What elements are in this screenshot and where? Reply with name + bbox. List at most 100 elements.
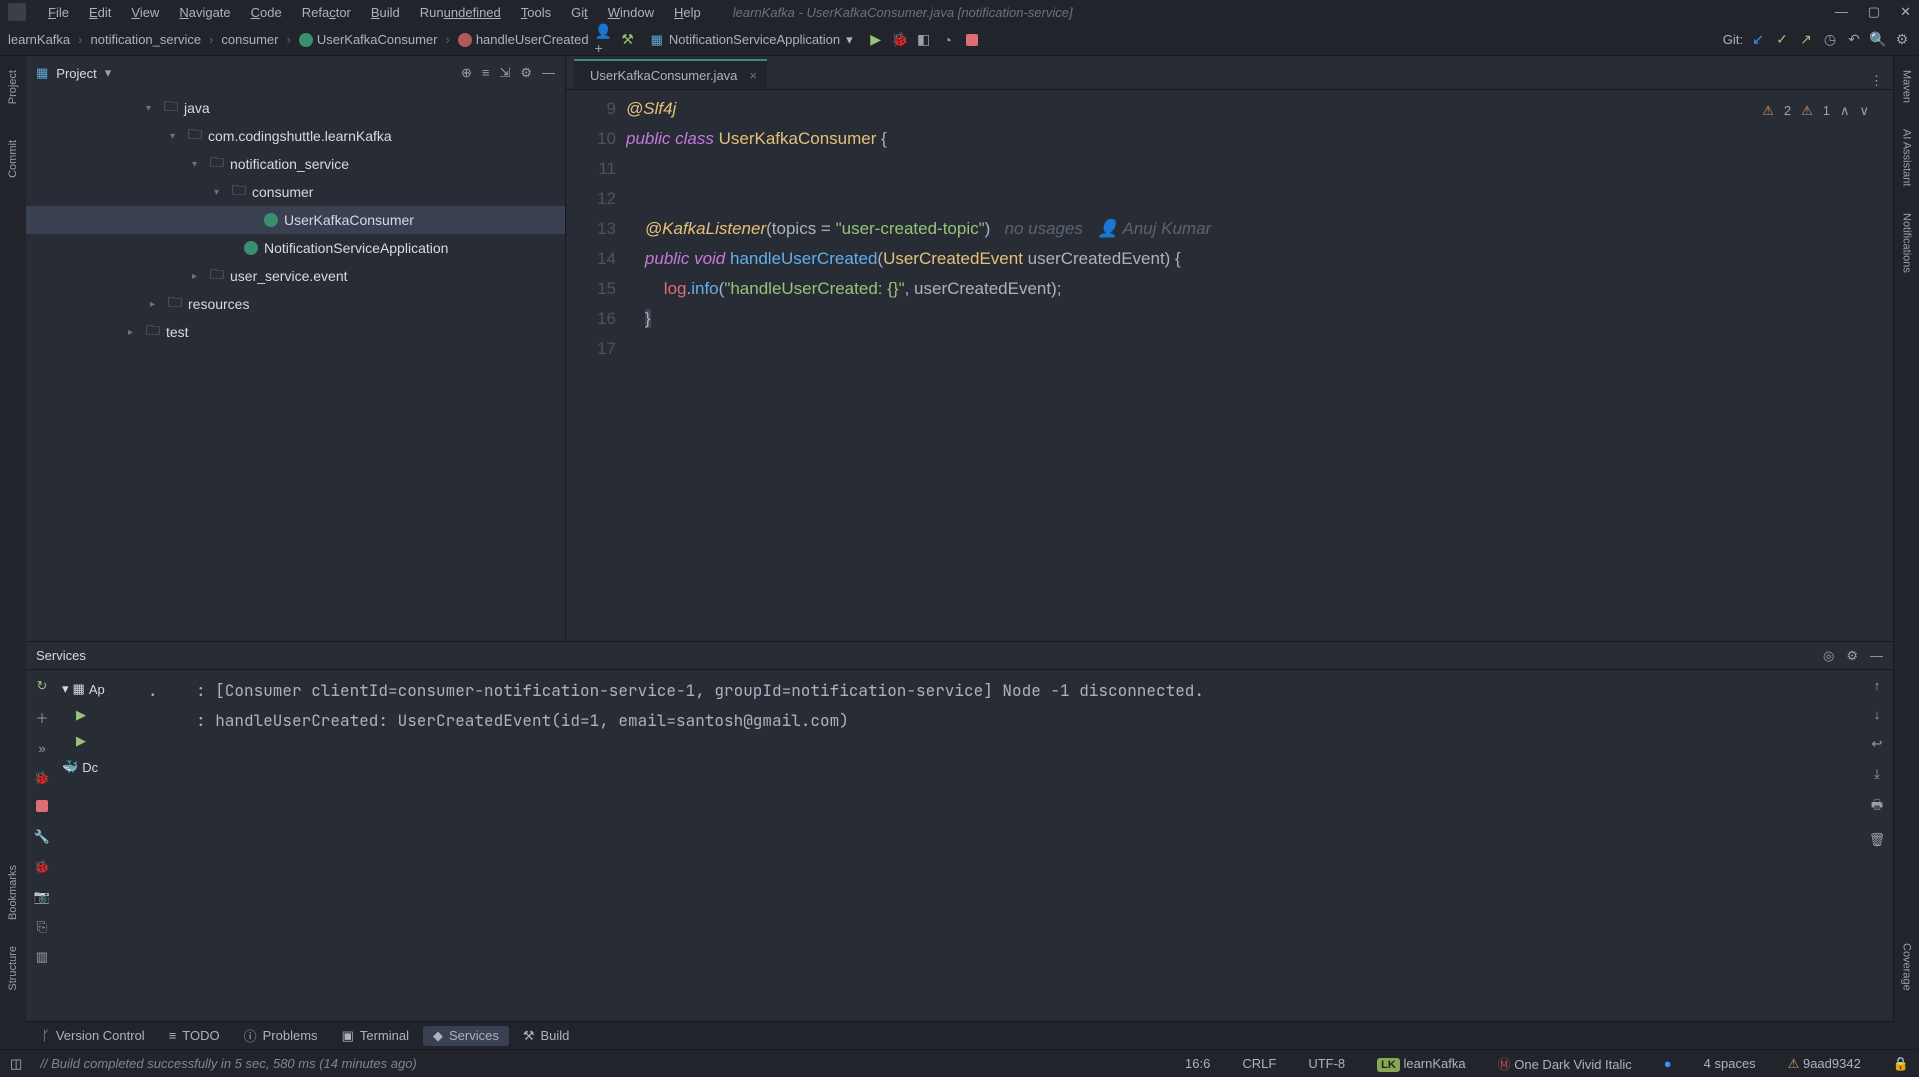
services-tree[interactable]: ▾▦Ap ▶ ▶ 🐳Dc (58, 670, 138, 1021)
select-opened-icon[interactable]: ⊕ (461, 65, 472, 81)
indent-widget[interactable]: 4 spaces (1704, 1056, 1756, 1071)
breadcrumb[interactable]: learnKafka (8, 32, 70, 47)
menu-tools[interactable]: Tools (511, 3, 561, 22)
menu-code[interactable]: Code (241, 3, 292, 22)
exit-icon[interactable]: ⎘ (37, 919, 47, 935)
breadcrumb[interactable]: UserKafkaConsumer (299, 32, 438, 47)
breadcrumb[interactable]: handleUserCreated (458, 32, 589, 47)
tool-window-icon[interactable]: ◫ (10, 1056, 22, 1072)
run-icon[interactable]: ▶ (867, 31, 885, 49)
project-tool[interactable]: Project (5, 64, 21, 110)
more-icon[interactable]: » (38, 741, 45, 756)
tree-row[interactable]: ▾🗀notification_service (26, 150, 565, 178)
code-with-me-icon[interactable]: 👤+ (595, 31, 613, 49)
play-icon[interactable]: ▶ (76, 733, 86, 749)
update-project-icon[interactable]: ↙ (1749, 31, 1767, 49)
layout-icon[interactable]: ▥ (36, 949, 48, 965)
terminal-tool[interactable]: ▣Terminal (332, 1026, 419, 1046)
expand-all-icon[interactable]: ≡ (482, 65, 490, 81)
tab-menu-icon[interactable]: ⋮ (1870, 73, 1883, 89)
next-highlight-icon[interactable]: ∨ (1859, 96, 1869, 126)
soft-wrap-icon[interactable]: ↩ (1872, 736, 1883, 752)
scroll-up-icon[interactable]: ↑ (1874, 678, 1881, 693)
inspections[interactable]: ⚠2 ⚠1 ∧ ∨ (1762, 96, 1869, 126)
run-configuration-dropdown[interactable]: ▦ NotificationServiceApplication ▾ (643, 30, 861, 50)
structure-tool[interactable]: Structure (5, 940, 21, 997)
wrench-icon[interactable]: 🔧 (34, 829, 50, 845)
services-console[interactable]: . : [Consumer clientId=consumer-notifica… (138, 670, 1861, 1021)
commit-icon[interactable]: ✓ (1773, 31, 1791, 49)
hide-icon[interactable]: — (542, 65, 555, 81)
filter-icon[interactable]: ◎ (1823, 648, 1834, 664)
stop-icon[interactable] (963, 31, 981, 49)
menu-run[interactable]: Runundefined (410, 3, 511, 22)
menu-refactor[interactable]: Refactor (292, 3, 361, 22)
menu-navigate[interactable]: Navigate (169, 3, 240, 22)
tree-row[interactable]: ▸🗀user_service.event (26, 262, 565, 290)
build-tool[interactable]: ⚒Build (513, 1026, 580, 1046)
print-icon[interactable]: 🖶 (1871, 796, 1883, 818)
breadcrumb[interactable]: consumer (221, 32, 278, 47)
tree-row[interactable]: ▸🗀test (26, 318, 565, 346)
gear-icon[interactable]: ⚙ (520, 65, 532, 81)
debug-icon[interactable]: 🐞 (891, 31, 909, 49)
tree-row[interactable]: NotificationServiceApplication (26, 234, 565, 262)
project-title[interactable]: Project (56, 66, 96, 81)
menu-file[interactable]: File (38, 3, 79, 22)
bookmarks-tool[interactable]: Bookmarks (5, 859, 21, 926)
hammer-icon[interactable]: ⚒ (619, 31, 637, 49)
prev-highlight-icon[interactable]: ∧ (1840, 96, 1850, 126)
minimize-icon[interactable]: ― (1835, 4, 1848, 20)
hide-icon[interactable]: — (1870, 648, 1883, 664)
theme-widget[interactable]: Ⓜ One Dark Vivid Italic (1498, 1054, 1632, 1073)
tree-row[interactable]: UserKafkaConsumer (26, 206, 565, 234)
menu-git[interactable]: Git (561, 3, 598, 22)
maven-tool[interactable]: Maven (1899, 64, 1915, 109)
add-service-icon[interactable]: ＋ (35, 708, 48, 727)
profile-icon[interactable]: ◔ (939, 31, 957, 49)
settings-icon[interactable]: ⚙ (1893, 31, 1911, 49)
history-icon[interactable]: ◷ (1821, 31, 1839, 49)
breadcrumb[interactable]: notification_service (91, 32, 202, 47)
notifications-tool[interactable]: Notifications (1899, 207, 1915, 279)
todo-tool[interactable]: ≡TODO (159, 1026, 230, 1045)
revert-icon[interactable]: ↶ (1845, 31, 1863, 49)
read-lock-icon[interactable]: ● (1664, 1056, 1672, 1071)
tree-row[interactable]: ▾🗀java (26, 94, 565, 122)
camera-icon[interactable]: 📷 (34, 889, 50, 905)
gear-icon[interactable]: ⚙ (1846, 648, 1858, 664)
scroll-to-end-icon[interactable]: ⤓ (1874, 766, 1880, 782)
menu-help[interactable]: Help (664, 3, 711, 22)
tree-row[interactable]: ▸🗀resources (26, 290, 565, 318)
coverage-icon[interactable]: ◧ (915, 31, 933, 49)
collapse-all-icon[interactable]: ⇲ (499, 65, 510, 81)
menu-view[interactable]: View (121, 3, 169, 22)
chevron-down-icon[interactable]: ▾ (105, 65, 112, 81)
play-icon[interactable]: ▶ (76, 707, 86, 723)
services-tool[interactable]: ◆Services (423, 1026, 509, 1046)
push-icon[interactable]: ↗ (1797, 31, 1815, 49)
caret-position[interactable]: 16:6 (1185, 1056, 1210, 1071)
menu-window[interactable]: Window (598, 3, 664, 22)
menu-edit[interactable]: Edit (79, 3, 121, 22)
clear-icon[interactable]: 🗑 (1869, 832, 1886, 848)
encoding[interactable]: UTF-8 (1308, 1056, 1345, 1071)
project-tree[interactable]: ▾🗀java▾🗀com.codingshuttle.learnKafka▾🗀no… (26, 90, 565, 350)
services-title[interactable]: Services (36, 648, 86, 663)
debug-icon[interactable]: 🐞 (34, 770, 50, 786)
close-tab-icon[interactable]: × (749, 68, 757, 83)
tree-row[interactable]: ▾🗀consumer (26, 178, 565, 206)
version-control-tool[interactable]: ᚴVersion Control (32, 1026, 155, 1045)
ai-assistant-tool[interactable]: AI Assistant (1899, 123, 1915, 192)
search-icon[interactable]: 🔍 (1869, 31, 1887, 49)
menu-build[interactable]: Build (361, 3, 410, 22)
attach-icon[interactable]: 🐞 (34, 859, 50, 875)
rerun-icon[interactable]: ↻ (37, 678, 48, 694)
tree-row[interactable]: ▾🗀com.codingshuttle.learnKafka (26, 122, 565, 150)
coverage-tool[interactable]: Coverage (1899, 937, 1915, 997)
commit-tool[interactable]: Commit (5, 134, 21, 184)
maximize-icon[interactable]: ▢ (1868, 4, 1880, 20)
git-branch-widget[interactable]: ⚠ 9aad9342 (1788, 1056, 1861, 1072)
lock-icon[interactable]: 🔒 (1893, 1056, 1909, 1072)
stop-icon[interactable] (36, 800, 48, 815)
